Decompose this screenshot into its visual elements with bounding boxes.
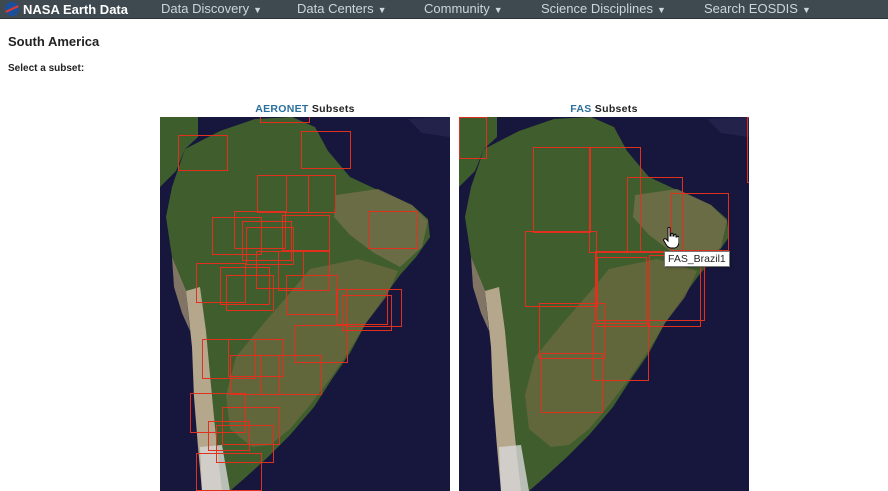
hand-pointer-icon xyxy=(663,227,679,249)
brand[interactable]: NASA Earth Data xyxy=(5,1,128,17)
nav-label: Data Discovery xyxy=(161,1,250,16)
caption-suffix: Subsets xyxy=(308,103,355,115)
nav-label: Data Centers xyxy=(297,1,374,16)
caret-down-icon: ▼ xyxy=(377,5,387,15)
aeronet-subset-box[interactable] xyxy=(260,355,322,395)
aeronet-subset-box[interactable] xyxy=(286,175,336,213)
aeronet-subset-box[interactable] xyxy=(286,275,338,315)
nav-label: Science Disciplines xyxy=(541,1,653,16)
top-navigation-bar: NASA Earth Data Data Discovery ▼ Data Cen… xyxy=(0,0,888,19)
nav-data-centers[interactable]: Data Centers ▼ xyxy=(297,1,387,17)
brand-title: NASA Earth Data xyxy=(23,1,128,17)
nav-community[interactable]: Community ▼ xyxy=(424,1,503,17)
caret-down-icon: ▼ xyxy=(253,5,263,15)
caption-suffix: Subsets xyxy=(591,103,638,115)
caret-down-icon: ▼ xyxy=(493,5,503,15)
page-title: South America xyxy=(8,34,100,49)
fas-map[interactable]: FAS_Brazil1 xyxy=(459,117,749,491)
fas-subset-box[interactable] xyxy=(533,147,591,233)
aeronet-subset-box[interactable] xyxy=(342,295,392,331)
aeronet-subset-box[interactable] xyxy=(178,135,228,171)
nav-label: Community xyxy=(424,1,490,16)
aeronet-panel: AERONET Subsets xyxy=(160,102,450,491)
aeronet-subset-box[interactable] xyxy=(301,131,351,169)
fas-subset-box[interactable] xyxy=(541,353,603,413)
fas-link[interactable]: FAS xyxy=(570,103,591,115)
fas-caption: FAS Subsets xyxy=(459,102,749,116)
aeronet-subset-box[interactable] xyxy=(368,211,418,249)
nav-search-eosdis[interactable]: Search EOSDIS ▼ xyxy=(704,1,811,17)
fas-subset-box[interactable] xyxy=(459,117,487,159)
caret-down-icon: ▼ xyxy=(801,5,811,15)
subset-tooltip: FAS_Brazil1 xyxy=(664,251,730,267)
aeronet-subset-box[interactable] xyxy=(226,275,274,311)
subset-prompt: Select a subset: xyxy=(8,63,85,74)
nasa-meatball-icon xyxy=(5,2,19,16)
aeronet-subset-box[interactable] xyxy=(196,453,262,491)
caret-down-icon: ▼ xyxy=(657,5,666,15)
fas-subset-box[interactable] xyxy=(671,193,729,251)
nav-data-discovery[interactable]: Data Discovery ▼ xyxy=(161,1,262,17)
aeronet-link[interactable]: AERONET xyxy=(255,103,308,115)
nav-science-disciplines[interactable]: Science Disciplines ▼ xyxy=(541,1,666,17)
aeronet-caption: AERONET Subsets xyxy=(160,102,450,116)
aeronet-map[interactable] xyxy=(160,117,450,491)
fas-subset-box[interactable] xyxy=(747,117,749,183)
fas-subset-box[interactable] xyxy=(525,231,597,307)
nav-label: Search EOSDIS xyxy=(704,1,798,16)
fas-panel: FAS Subsets FAS_Brazil1 xyxy=(459,102,749,491)
aeronet-subset-box[interactable] xyxy=(260,117,310,123)
